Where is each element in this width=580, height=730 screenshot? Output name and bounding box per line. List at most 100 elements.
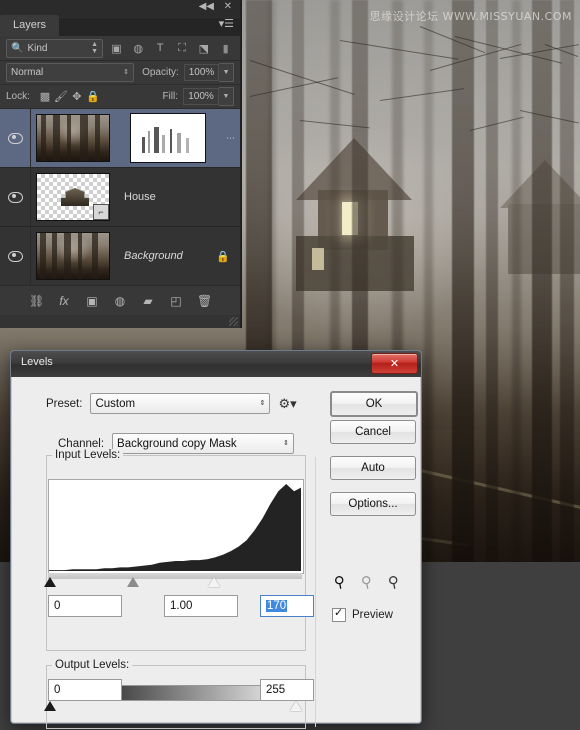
filter-kind-label: Kind — [27, 42, 48, 54]
preset-row: Preset: Custom ⇕ ⚙▾ — [46, 393, 297, 414]
new-layer-icon[interactable]: ◰ — [169, 294, 183, 308]
lock-position-icon[interactable]: ✥ — [69, 89, 85, 105]
panel-menu-icon[interactable]: ▾☰ — [219, 18, 234, 30]
opacity-label: Opacity: — [142, 67, 179, 78]
set-gray-point-icon[interactable]: ⚲ — [360, 572, 374, 592]
dialog-titlebar[interactable]: Levels ✕ — [11, 351, 421, 377]
preview-checkbox[interactable] — [332, 606, 346, 622]
tree-trunk — [532, 0, 552, 562]
output-shadow-slider[interactable] — [44, 701, 56, 711]
chevron-updown-icon: ⇕ — [259, 400, 266, 407]
new-adjustment-layer-icon[interactable]: ◍ — [113, 294, 127, 308]
layer-visibility-toggle[interactable] — [0, 168, 31, 226]
collapse-panel-icon[interactable]: ◀◀ — [199, 1, 214, 13]
ok-button[interactable]: OK — [330, 391, 418, 417]
output-highlight-field[interactable]: 255 — [260, 679, 314, 701]
options-button[interactable]: Options... — [330, 492, 416, 516]
histogram-plot — [49, 484, 301, 571]
layer-thumbnail[interactable] — [36, 114, 110, 162]
table-row[interactable]: Background 🔒 — [0, 227, 240, 285]
layer-filter-row: 🔍 Kind ▲ ▼ ▣ ◍ T ⛶ ⬔ ▮ — [0, 36, 240, 61]
opacity-dropdown-icon[interactable]: ▼ — [219, 63, 234, 82]
input-gamma-slider[interactable] — [127, 577, 139, 587]
tabstrip-filler — [59, 17, 240, 36]
new-group-icon[interactable]: ▰ — [141, 294, 155, 308]
table-row[interactable]: ⌐ House — [0, 168, 240, 227]
chevron-updown-icon: ⇕ — [283, 440, 290, 447]
dialog-title: Levels — [21, 356, 53, 368]
input-levels-slider-track[interactable] — [48, 573, 302, 579]
watermark: 思缘设计论坛 WWW.MISSYUAN.COM — [370, 8, 572, 24]
fill-dropdown-icon[interactable]: ▼ — [219, 87, 234, 106]
close-button[interactable]: ✕ — [371, 353, 418, 374]
adjustment-layer-icon[interactable]: ◍ — [130, 40, 147, 57]
type-layer-icon[interactable]: T — [152, 40, 169, 57]
auto-button[interactable]: Auto — [330, 456, 416, 480]
gear-icon[interactable]: ⚙▾ — [278, 396, 296, 412]
add-layer-mask-icon[interactable]: ▣ — [85, 294, 99, 308]
table-row[interactable]: link-icon ⋯ — [0, 109, 240, 168]
resize-grip[interactable] — [229, 317, 238, 326]
cancel-button[interactable]: Cancel — [330, 420, 416, 444]
eye-icon — [7, 132, 23, 144]
input-shadow-field[interactable]: 0 — [48, 595, 122, 617]
layer-mask-thumbnail[interactable] — [130, 113, 206, 163]
delete-layer-icon[interactable]: 🗑 — [197, 294, 212, 308]
channel-select[interactable]: Background copy Mask ⇕ — [112, 433, 295, 454]
lock-icon: 🔒 — [216, 250, 230, 263]
layer-style-fx-icon[interactable]: fx — [57, 294, 71, 308]
tree-trunk — [560, 0, 574, 562]
input-shadow-slider[interactable] — [44, 577, 56, 587]
smart-object-icon[interactable]: ⬔ — [195, 40, 212, 57]
output-highlight-slider[interactable] — [290, 701, 302, 711]
preset-select[interactable]: Custom ⇕ — [90, 393, 271, 414]
lock-label: Lock: — [6, 91, 30, 102]
preview-row[interactable]: Preview — [332, 606, 393, 622]
lock-transparent-pixels-icon[interactable]: ▩ — [37, 89, 53, 105]
blend-mode-value: Normal — [11, 67, 44, 78]
house-lower-window — [312, 248, 324, 270]
histogram — [48, 479, 304, 574]
smart-object-badge-icon: ⌐ — [93, 204, 109, 220]
layer-overflow-icon[interactable]: ⋯ — [226, 133, 236, 144]
close-panel-icon[interactable]: ✕ — [224, 1, 232, 13]
levels-dialog[interactable]: Levels ✕ Preset: Custom ⇕ ⚙▾ Channel: Ba… — [10, 350, 422, 729]
input-highlight-slider[interactable] — [208, 577, 220, 587]
eye-icon — [7, 191, 23, 203]
preview-label: Preview — [352, 609, 393, 621]
input-highlight-field[interactable]: 170 — [260, 595, 314, 617]
pixel-layer-icon[interactable]: ▣ — [108, 40, 125, 57]
set-white-point-icon[interactable]: ⚲ — [387, 572, 401, 592]
opacity-value[interactable]: 100% — [183, 64, 220, 81]
input-levels-label: Input Levels: — [52, 449, 124, 461]
filter-kind-select[interactable]: 🔍 Kind ▲ ▼ — [6, 38, 104, 58]
channel-value: Background copy Mask — [117, 437, 237, 450]
input-highlight-value: 170 — [266, 600, 288, 612]
tab-layers[interactable]: Layers — [0, 15, 60, 36]
layer-visibility-toggle[interactable] — [0, 109, 31, 167]
layer-visibility-toggle[interactable] — [0, 227, 31, 285]
lock-image-pixels-icon[interactable]: 🖌 — [53, 89, 69, 105]
tree-trunk — [424, 0, 433, 562]
lock-all-icon[interactable]: 🔒 — [85, 89, 101, 105]
shape-layer-icon[interactable]: ⛶ — [174, 40, 191, 57]
panel-tabstrip: Layers ▾☰ — [0, 14, 240, 36]
input-gamma-field[interactable]: 1.00 — [164, 595, 238, 617]
layer-name-background[interactable]: Background — [110, 250, 216, 262]
watermark-cn: 思缘设计论坛 — [369, 10, 439, 23]
dialog-divider — [315, 457, 316, 727]
fill-value[interactable]: 100% — [183, 88, 219, 105]
filter-toggle-icon[interactable]: ▮ — [217, 40, 234, 57]
layer-name-house[interactable]: House — [110, 191, 240, 203]
set-black-point-icon[interactable]: ⚲ — [333, 572, 347, 592]
house-cutout — [61, 188, 89, 206]
layer-thumbnail[interactable] — [36, 232, 110, 280]
output-shadow-field[interactable]: 0 — [48, 679, 122, 701]
blend-mode-select[interactable]: Normal ⇕ — [6, 63, 135, 82]
tree-trunk — [486, 0, 498, 562]
blend-opacity-row: Normal ⇕ Opacity: 100% ▼ — [0, 61, 240, 85]
layer-thumbnail[interactable]: ⌐ — [36, 173, 110, 221]
panel-titlebar: ◀◀ ✕ — [0, 0, 240, 14]
link-layers-icon[interactable]: ⛓ — [29, 294, 44, 308]
layers-panel-toolbar: ⛓ fx ▣ ◍ ▰ ◰ 🗑 — [0, 285, 240, 326]
